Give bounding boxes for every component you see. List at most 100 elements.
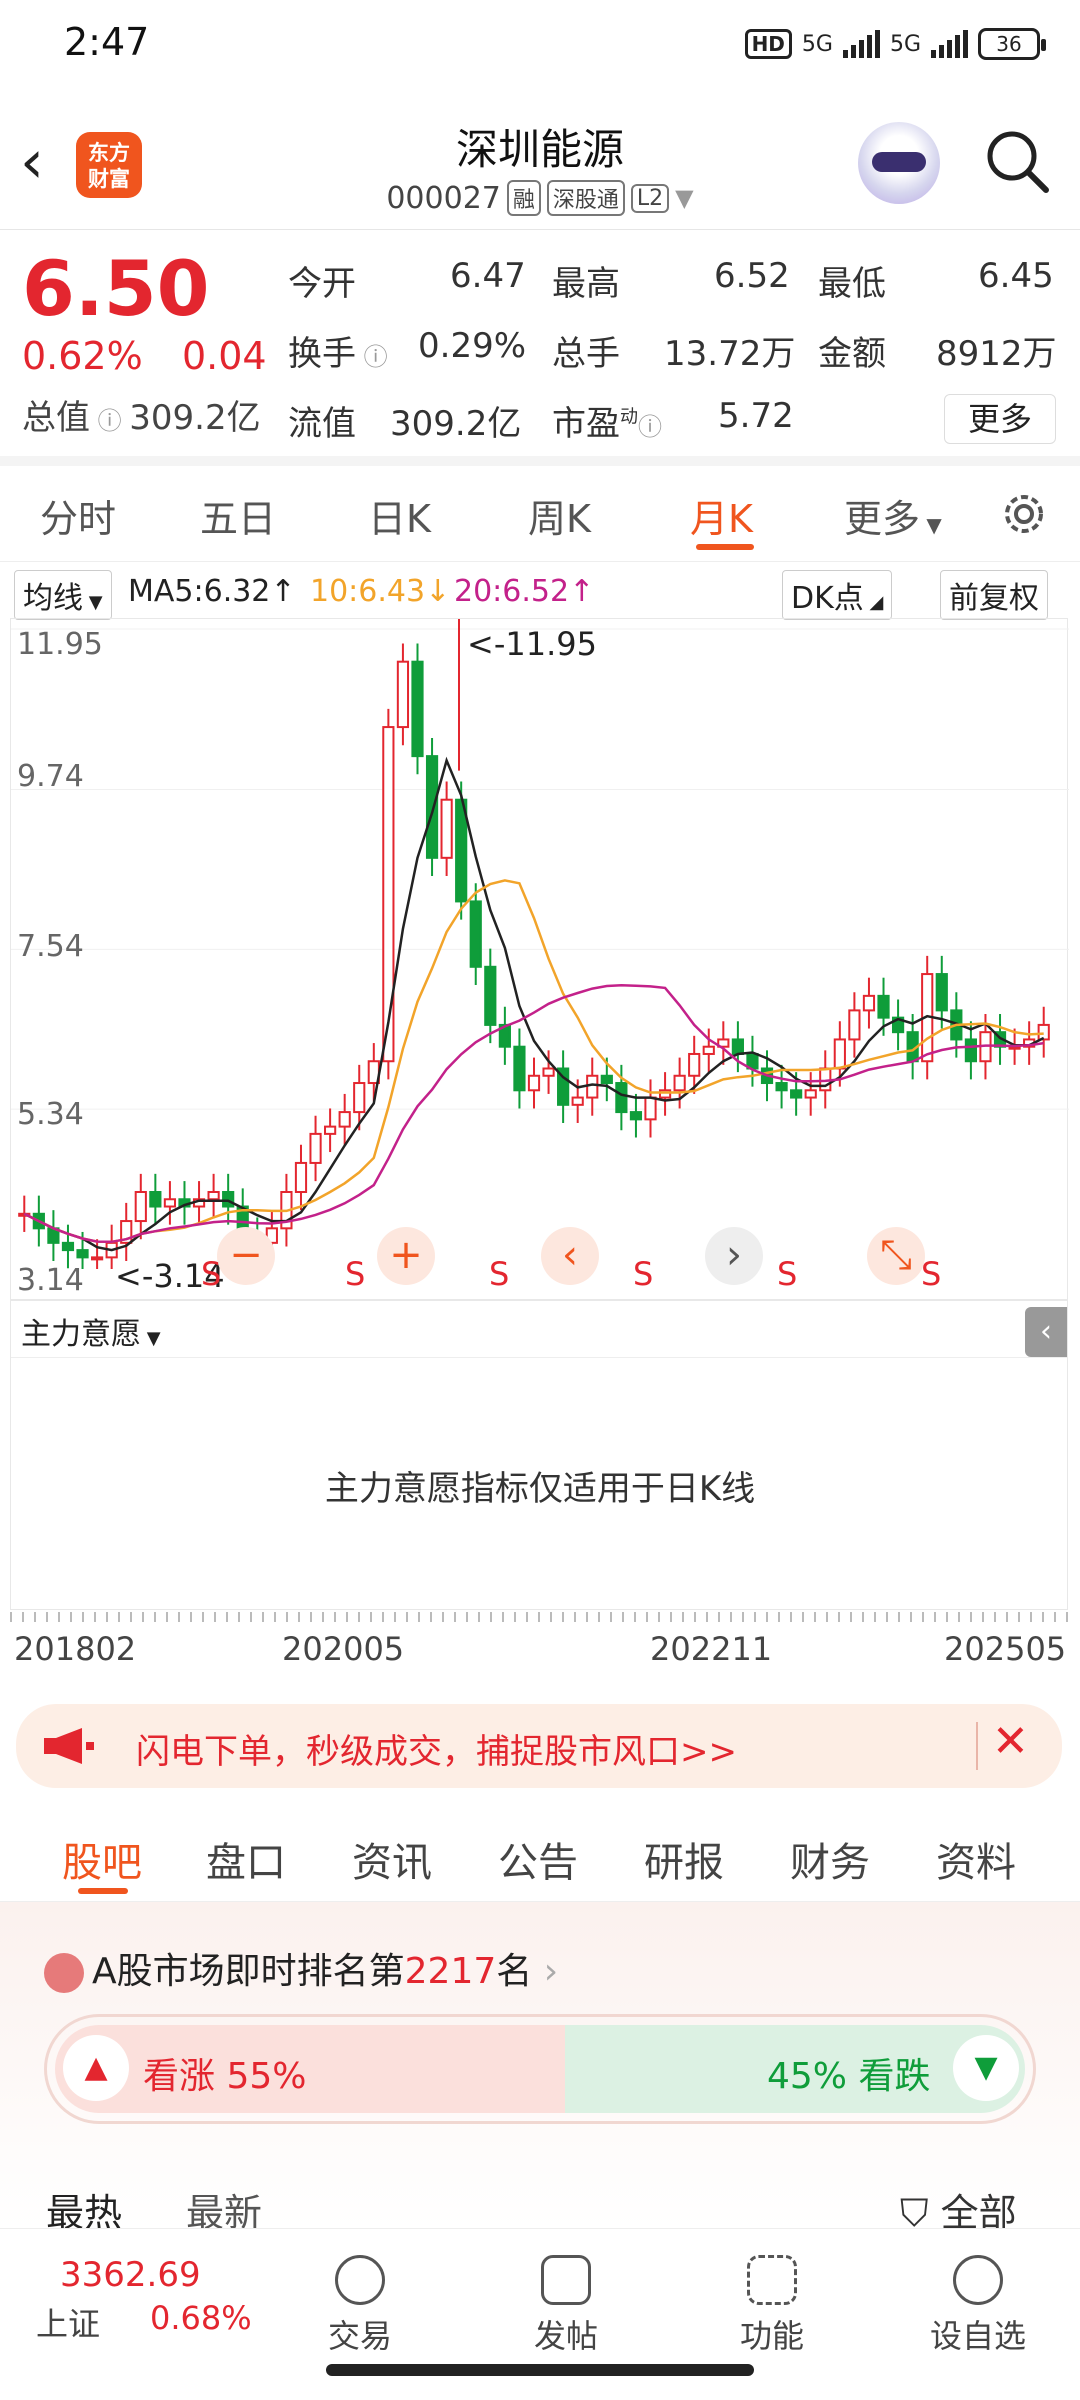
candle-body <box>964 1038 977 1063</box>
candle-body <box>207 1190 220 1201</box>
high-label: 最高 <box>552 264 620 304</box>
info-tabs: 股吧 盘口 资讯 公告 研报 财务 资料 <box>0 1810 1080 1902</box>
tab-forum[interactable]: 股吧 <box>62 1830 142 1888</box>
turnover-value: 0.29% <box>418 326 527 366</box>
candle-body <box>440 798 453 859</box>
stock-header: ‹ 东方 财富 深圳能源 000027 融 深股通 L2 ▼ <box>0 96 1080 230</box>
nav-watchlist[interactable]: 设自选 <box>918 2255 1038 2357</box>
dk-select[interactable]: DK点 ◢ <box>782 570 893 620</box>
candle-body <box>353 1082 366 1114</box>
candle-body <box>222 1190 235 1208</box>
candle-body <box>134 1190 147 1223</box>
change-percent: 0.62% <box>22 334 143 378</box>
edit-icon <box>541 2255 591 2305</box>
tab-monthly-k[interactable]: 月K <box>690 488 753 543</box>
settings-gear-icon[interactable] <box>1000 490 1048 538</box>
index-value[interactable]: 3362.69 <box>60 2255 201 2295</box>
tab-five-day[interactable]: 五日 <box>200 488 276 543</box>
ma20-value: 20:6.52↑ <box>454 574 595 609</box>
tab-announcements[interactable]: 公告 <box>498 1830 578 1888</box>
sub-indicator-select[interactable]: 主力意愿 ▼ <box>13 1307 169 1355</box>
tab-more[interactable]: 更多 ▼ <box>844 488 942 543</box>
candle-body <box>324 1125 337 1135</box>
more-button[interactable]: 更多 <box>944 394 1056 444</box>
search-icon[interactable] <box>982 126 1052 196</box>
time-axis: 201802 202005 202211 202505 <box>10 1612 1068 1682</box>
sentiment-vote-bar: ▲ 看涨 55% 45% 看跌 ▼ <box>44 2014 1036 2124</box>
kline-chart[interactable]: 11.95 9.74 7.54 5.34 3.14 <-11.95 <-3.14… <box>10 618 1069 1300</box>
candle-body <box>396 660 410 729</box>
open-label: 今开 <box>288 264 356 304</box>
fullscreen-icon[interactable]: ⤡ <box>867 1227 925 1285</box>
max-price-label: <-11.95 <box>467 625 597 663</box>
banner-text: 闪电下单，秒级成交，捕捉股市风口>> <box>136 1732 737 1772</box>
candle-body <box>338 1111 351 1128</box>
y-tick-label: 7.54 <box>17 929 84 964</box>
candle-body <box>294 1161 308 1193</box>
tab-news[interactable]: 资讯 <box>352 1830 432 1888</box>
axis-ticks <box>10 1612 1068 1622</box>
bullish-segment[interactable] <box>55 2025 615 2113</box>
active-tab-indicator <box>696 544 754 550</box>
candle-body <box>586 1074 599 1099</box>
bullish-label: 看涨 55% <box>143 2056 307 2097</box>
pe-sup: 动 <box>620 406 638 428</box>
candle-body <box>804 1089 817 1099</box>
nav-post[interactable]: 发帖 <box>506 2255 626 2357</box>
market-rank[interactable]: A股市场即时排名第2217名 › <box>44 1942 558 1994</box>
candle-body <box>425 755 439 859</box>
divider <box>11 1357 1067 1358</box>
y-tick-label: 11.95 <box>17 627 103 662</box>
volume-label: 总手 <box>552 334 620 374</box>
rank-number: 2217 <box>404 1951 497 1992</box>
signal-s-mark: S <box>345 1255 366 1293</box>
rank-chart-icon <box>44 1953 84 1993</box>
y-tick-label: 3.14 <box>17 1263 84 1298</box>
candle-body <box>469 900 482 968</box>
last-price: 6.50 <box>22 244 210 333</box>
signal-s-mark: S <box>777 1255 798 1293</box>
zoom-out-button[interactable]: − <box>217 1227 275 1285</box>
signal-s-mark: S <box>489 1255 510 1293</box>
candle-body <box>542 1067 555 1077</box>
sub-indicator-message: 主力意愿指标仅适用于日K线 <box>324 1469 756 1509</box>
ma-select[interactable]: 均线 ▼ <box>14 570 112 620</box>
candle-body <box>513 1045 526 1092</box>
candle-body <box>833 1038 846 1070</box>
home-indicator[interactable] <box>326 2364 754 2376</box>
low-label: 最低 <box>818 264 886 304</box>
net-label-2: 5G <box>889 31 921 57</box>
candle-body <box>673 1074 686 1092</box>
close-icon[interactable]: ✕ <box>992 1716 1029 1767</box>
stock-code: 000027 <box>386 180 501 216</box>
tab-financials[interactable]: 财务 <box>790 1830 870 1888</box>
bearish-triangle-icon[interactable]: ▼ <box>953 2035 1019 2101</box>
bullish-triangle-icon[interactable]: ▲ <box>63 2035 129 2101</box>
tab-intraday[interactable]: 分时 <box>40 488 116 543</box>
tab-profile[interactable]: 资料 <box>936 1830 1016 1888</box>
battery-level: 36 <box>996 32 1022 56</box>
nav-trade[interactable]: 交易 <box>300 2255 420 2357</box>
megaphone-icon <box>44 1728 94 1764</box>
signal-s-mark: S <box>633 1255 654 1293</box>
ma10-value: 10:6.43↓ <box>310 574 451 609</box>
tab-daily-k[interactable]: 日K <box>368 488 431 543</box>
collapse-arrow-icon[interactable]: ‹ <box>1025 1307 1067 1357</box>
scroll-left-button[interactable]: ‹ <box>541 1227 599 1285</box>
promo-banner[interactable]: 闪电下单，秒级成交，捕捉股市风口>> ✕ <box>16 1704 1062 1788</box>
pe-value: 5.72 <box>718 396 794 436</box>
yuan-icon <box>335 2255 385 2305</box>
zoom-in-button[interactable]: + <box>377 1227 435 1285</box>
nav-functions[interactable]: 功能 <box>712 2255 832 2357</box>
tab-orderbook[interactable]: 盘口 <box>206 1830 286 1888</box>
y-tick-label: 5.34 <box>17 1097 84 1132</box>
x-tick-label: 202505 <box>944 1630 1067 1668</box>
scroll-right-button[interactable]: › <box>705 1227 763 1285</box>
open-value: 6.47 <box>450 256 526 296</box>
tab-weekly-k[interactable]: 周K <box>528 488 591 543</box>
ma5-line <box>23 756 1045 1252</box>
candle-body <box>76 1249 89 1259</box>
assistant-robot-icon[interactable] <box>858 122 940 204</box>
adjust-select[interactable]: 前复权 <box>940 570 1048 620</box>
tab-research[interactable]: 研报 <box>644 1830 724 1888</box>
